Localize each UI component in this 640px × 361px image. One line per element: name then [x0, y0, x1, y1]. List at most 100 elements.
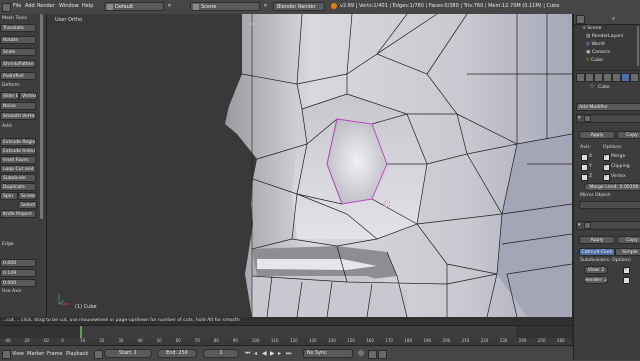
mirror-apply-button[interactable]: Apply — [579, 131, 615, 139]
catmull-clark-button[interactable]: Catmull-Clark — [579, 248, 615, 256]
add-modifier-button[interactable]: Add Modifier — [576, 103, 640, 111]
duplicate-button[interactable]: Duplicate — [0, 183, 36, 191]
subsurf-view-levels-field[interactable]: View: 2 — [584, 266, 608, 274]
constraints-tab-icon[interactable] — [612, 73, 621, 82]
data-tab-icon[interactable] — [630, 73, 639, 82]
outliner-row-world[interactable]: ◍ World — [586, 42, 605, 47]
play-icon[interactable]: ▶ — [270, 350, 275, 357]
inset-faces-button[interactable]: Inset Faces — [0, 156, 36, 164]
subsurf-collapse-icon[interactable]: ▾ — [578, 222, 581, 228]
outliner-row-cube[interactable]: ▽ Cube — [586, 58, 603, 63]
mirror-merge-checkbox[interactable] — [603, 153, 610, 161]
keying-set-icon[interactable] — [94, 350, 103, 359]
subsurf-option-checkbox-2[interactable] — [623, 277, 630, 284]
viewport-status-hint: ...cut, ...click, drag to be cut, use mo… — [0, 317, 572, 325]
scene-selector[interactable]: Scene — [190, 2, 260, 11]
mirror-clipping-checkbox[interactable] — [603, 163, 610, 171]
start-frame-field[interactable]: Start: 1 — [104, 349, 152, 358]
world-tab-icon[interactable] — [594, 73, 603, 82]
subdivide-button[interactable]: Subdivide — [0, 174, 36, 182]
mirror-axis-x-checkbox[interactable] — [581, 154, 588, 161]
keyframe-type-icon[interactable] — [368, 350, 377, 359]
tool-shelf-scrollbar[interactable] — [40, 14, 43, 219]
prev-keyframe-icon[interactable]: ◂ — [254, 350, 257, 357]
rotate-button[interactable]: Rotate — [0, 36, 36, 44]
next-keyframe-icon[interactable]: ▸ — [278, 350, 281, 357]
subsurf-apply-button[interactable]: Apply — [579, 236, 615, 244]
screen-layout-selector[interactable]: Default — [104, 2, 164, 11]
mirror-object-field[interactable] — [579, 201, 640, 209]
menu-marker[interactable]: Marker — [27, 351, 44, 357]
mirror-copy-button[interactable]: Copy — [617, 131, 640, 139]
smooth-vertex-button[interactable]: Smooth Vertex — [0, 112, 36, 120]
render-tab-icon[interactable] — [576, 73, 585, 82]
push-pull-button[interactable]: Push/Pull — [0, 72, 36, 80]
subsurf-render-levels-field[interactable]: Render: 2 — [584, 276, 608, 284]
insert-keyframe-icon[interactable] — [378, 350, 387, 359]
layout-close-icon[interactable]: ✕ — [166, 3, 173, 10]
select-button[interactable]: Select — [18, 201, 37, 209]
outliner-editor-icon[interactable] — [576, 15, 585, 24]
outliner-row-scene[interactable]: ⊛ Scene — [582, 26, 601, 31]
object-tab-icon[interactable] — [603, 73, 612, 82]
timeline-editor[interactable]: -40 -20 -10 0 10 20 30 40 50 60 70 80 90 100 110 120 130… — [0, 325, 572, 346]
menu-view[interactable]: View — [12, 351, 24, 357]
extrude-individual-button[interactable]: Extrude Individual — [0, 147, 36, 155]
axis-gizmo-icon — [58, 294, 69, 305]
shrink-fatten-button[interactable]: Shrink/Fatten — [0, 60, 36, 68]
3d-viewport[interactable]: User Ortho (1) Cube — [47, 14, 572, 317]
playhead-cursor[interactable] — [80, 326, 82, 338]
spin-button[interactable]: Spin — [0, 192, 18, 200]
current-frame-field[interactable]: 1 — [203, 349, 239, 358]
modifiers-tab-icon[interactable] — [621, 73, 630, 82]
noise-button[interactable]: Noise — [0, 102, 36, 110]
play-reverse-icon[interactable]: ◀ — [262, 350, 267, 357]
mirror-axis-z-checkbox[interactable] — [581, 174, 588, 181]
outliner-search-icon[interactable]: ⌕ — [612, 15, 615, 23]
mesh-render[interactable] — [47, 14, 572, 317]
scale-button[interactable]: Scale — [0, 48, 36, 56]
operator-field-depth[interactable]: 0.149 — [0, 269, 36, 277]
timeline-tick-label: 150 — [347, 338, 355, 343]
info-editor-icon[interactable] — [2, 3, 11, 12]
operator-field-select[interactable]: 0.000 — [0, 279, 36, 287]
scene-tab-icon[interactable] — [585, 73, 594, 82]
mirror-modifier-header[interactable]: ▾ — [576, 114, 640, 123]
loop-cut-slide-button[interactable]: Loop Cut and Slide — [0, 165, 36, 173]
timeline-editor-icon[interactable] — [2, 350, 11, 359]
slide-edge-button[interactable]: Slide Edge — [0, 92, 19, 100]
subsurf-option-checkbox-1[interactable] — [623, 266, 630, 274]
sync-mode-selector[interactable]: No Sync — [303, 349, 353, 358]
record-icon[interactable] — [358, 350, 364, 356]
mirror-merge-label: Merge — [611, 154, 626, 159]
outliner-row-camera[interactable]: ▣ Camera — [586, 50, 610, 55]
menu-file[interactable]: File — [13, 3, 21, 9]
extrude-region-button[interactable]: Extrude Region — [0, 138, 36, 146]
mirror-vertex-checkbox[interactable] — [603, 173, 610, 181]
outliner-row-renderlayers[interactable]: ▤ RenderLayers — [586, 34, 623, 39]
subsurf-modifier-header[interactable]: ▾ — [576, 221, 640, 230]
jump-end-icon[interactable]: ⏭ — [286, 350, 291, 358]
menu-render[interactable]: Render — [37, 3, 55, 9]
menu-playback[interactable]: Playback — [66, 351, 88, 357]
end-frame-field[interactable]: End: 250 — [157, 349, 197, 358]
slide-vertex-button[interactable]: Vertex — [19, 92, 37, 100]
operator-field-edge[interactable]: 0.000 — [0, 259, 36, 267]
menu-help[interactable]: Help — [82, 3, 93, 9]
render-engine-selector[interactable]: Blender Render — [273, 2, 325, 11]
mirror-collapse-icon[interactable]: ▾ — [578, 115, 581, 121]
screw-button-inline[interactable]: Screw — [18, 192, 37, 200]
mirror-axis-y-checkbox[interactable] — [581, 164, 588, 171]
menu-window[interactable]: Window — [59, 3, 79, 9]
knife-project-button[interactable]: Knife Project — [0, 210, 36, 218]
translate-button[interactable]: Translate — [0, 24, 36, 32]
scene-close-icon[interactable]: ✕ — [262, 3, 269, 10]
outliner-scrollbar[interactable] — [637, 26, 639, 66]
menu-frame[interactable]: Frame — [47, 351, 63, 357]
simple-subdivision-button[interactable]: Simple — [615, 248, 640, 256]
subsurf-copy-button[interactable]: Copy — [617, 236, 640, 244]
operator-field-label-0: Edge — [2, 242, 14, 247]
jump-start-icon[interactable]: ⏮ — [245, 350, 250, 358]
merge-limit-field[interactable]: Merge Limit: 0.00100 — [584, 183, 640, 191]
menu-add[interactable]: Add — [25, 3, 35, 9]
